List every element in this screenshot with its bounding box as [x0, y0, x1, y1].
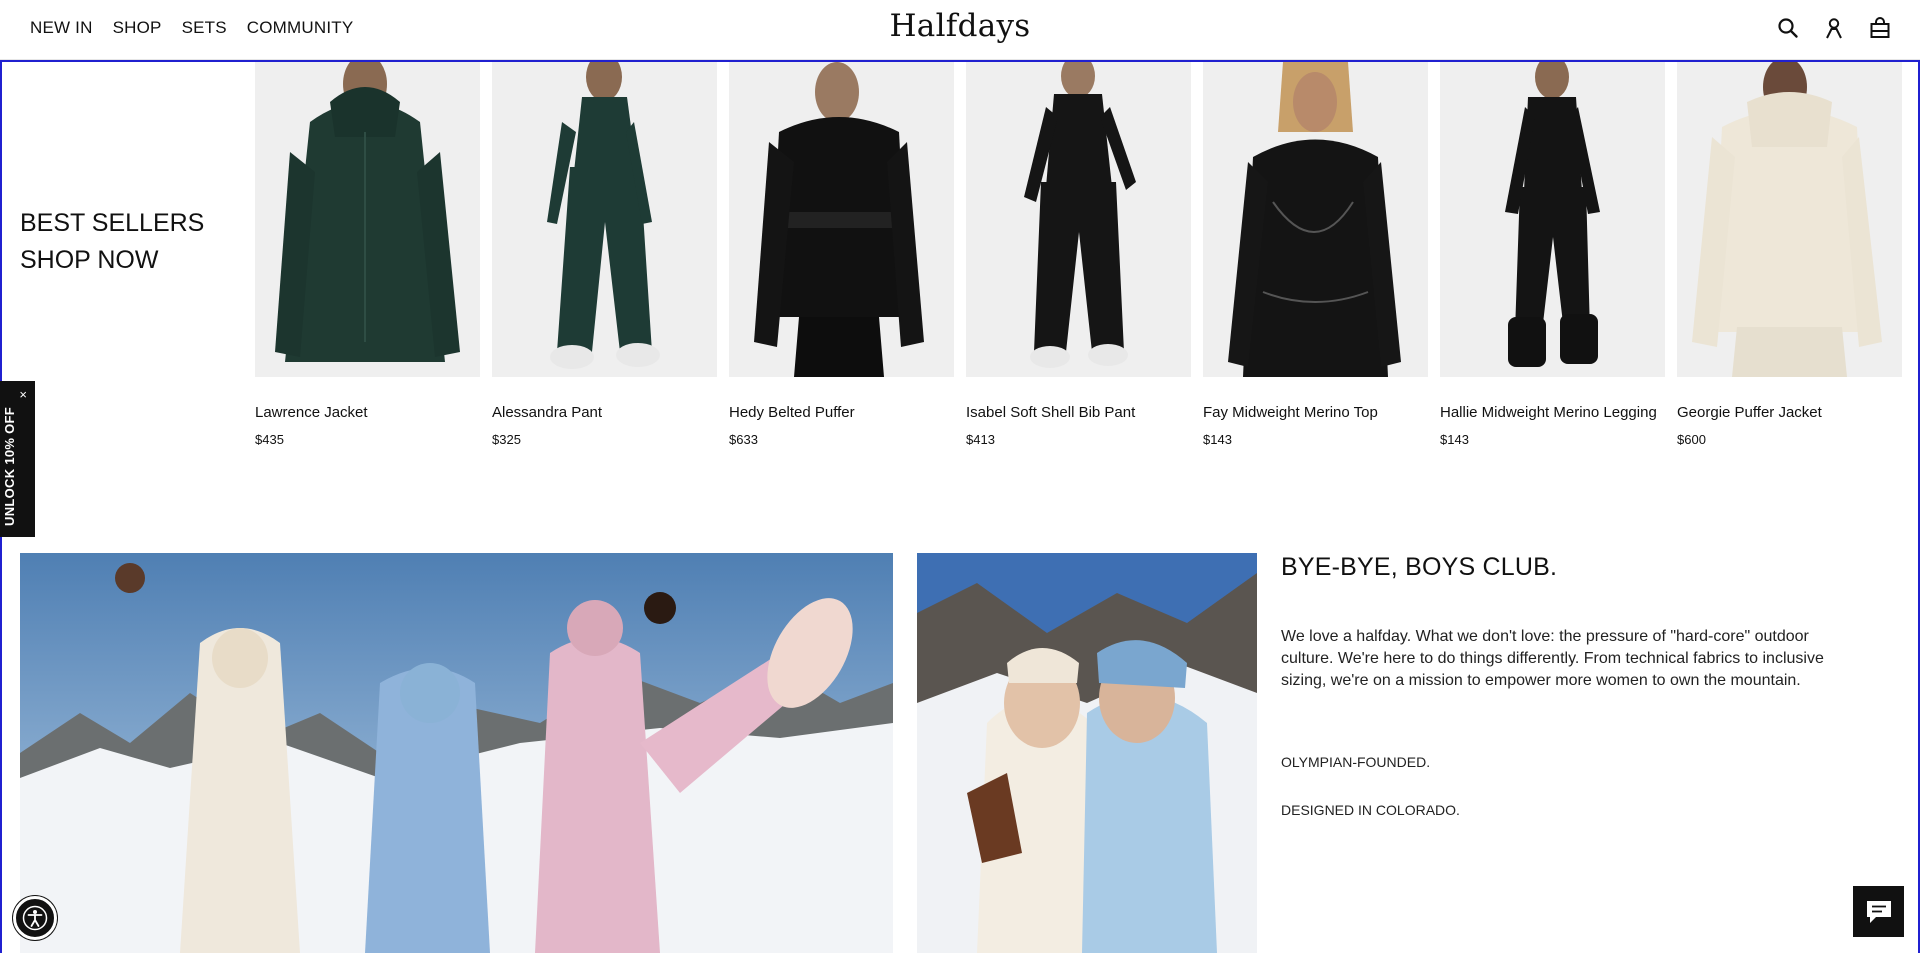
story-tag-colorado: DESIGNED IN COLORADO. — [1281, 802, 1460, 818]
georgie-figure — [1692, 62, 1882, 377]
product-price: $633 — [729, 432, 758, 447]
product-price: $325 — [492, 432, 521, 447]
product-card[interactable]: Isabel Soft Shell Bib Pant $413 — [966, 62, 1191, 447]
story-section: BYE-BYE, BOYS CLUB. We love a halfday. W… — [1281, 553, 1861, 818]
product-price: $143 — [1440, 432, 1469, 447]
lifestyle-image-group — [20, 553, 893, 953]
site-logo[interactable]: Halfdays — [889, 8, 1030, 44]
product-card[interactable]: Hedy Belted Puffer $633 — [729, 62, 954, 447]
nav-community[interactable]: COMMUNITY — [247, 18, 354, 38]
product-name[interactable]: Fay Midweight Merino Top — [1203, 404, 1428, 421]
product-image[interactable] — [729, 62, 954, 377]
snow-group-photo — [20, 553, 893, 953]
nav-shop[interactable]: SHOP — [113, 18, 162, 38]
product-name[interactable]: Lawrence Jacket — [255, 404, 480, 421]
product-name[interactable]: Georgie Puffer Jacket — [1677, 404, 1902, 421]
accessibility-icon — [22, 905, 48, 931]
product-card[interactable]: Fay Midweight Merino Top $143 — [1203, 62, 1428, 447]
product-name[interactable]: Alessandra Pant — [492, 404, 717, 421]
nav-sets[interactable]: SETS — [182, 18, 227, 38]
puffer-figure — [754, 62, 924, 377]
product-price: $413 — [966, 432, 995, 447]
site-header: NEW IN SHOP SETS COMMUNITY Halfdays — [0, 0, 1920, 60]
unlock-discount-label[interactable]: UNLOCK 10% OFF — [2, 407, 17, 526]
close-icon[interactable]: × — [19, 387, 27, 402]
product-name[interactable]: Hallie Midweight Merino Legging — [1440, 404, 1665, 421]
lifestyle-image-duo — [917, 553, 1257, 953]
chat-button[interactable] — [1853, 886, 1904, 937]
product-name[interactable]: Isabel Soft Shell Bib Pant — [966, 404, 1191, 421]
product-price: $143 — [1203, 432, 1232, 447]
story-paragraph: We love a halfday. What we don't love: t… — [1281, 628, 1824, 689]
chat-icon — [1866, 900, 1891, 923]
bib-figure — [1024, 62, 1136, 368]
product-card[interactable]: Hallie Midweight Merino Legging $143 — [1440, 62, 1665, 447]
best-sellers-heading[interactable]: BEST SELLERS SHOP NOW — [20, 205, 204, 279]
product-image[interactable] — [1440, 62, 1665, 377]
unlock-discount-tab[interactable]: × UNLOCK 10% OFF — [0, 381, 35, 537]
product-price: $600 — [1677, 432, 1706, 447]
product-card[interactable]: Alessandra Pant $325 — [492, 62, 717, 447]
header-icons — [1776, 16, 1892, 40]
pant-figure — [547, 62, 660, 369]
snow-duo-photo — [917, 553, 1257, 953]
story-tag-olympian: OLYMPIAN-FOUNDED. — [1281, 754, 1431, 770]
product-image[interactable] — [255, 62, 480, 377]
nav-new-in[interactable]: NEW IN — [30, 18, 93, 38]
main-nav: NEW IN SHOP SETS COMMUNITY — [30, 18, 353, 38]
product-carousel: Lawrence Jacket $435 Alessandra Pant $32… — [255, 62, 1902, 447]
story-heading: BYE-BYE, BOYS CLUB. — [1281, 553, 1558, 581]
product-image[interactable] — [492, 62, 717, 377]
jacket-figure — [275, 62, 460, 362]
product-price: $435 — [255, 432, 284, 447]
product-image[interactable] — [1203, 62, 1428, 377]
product-card[interactable]: Georgie Puffer Jacket $600 — [1677, 62, 1902, 447]
best-sellers-title: BEST SELLERS — [20, 209, 205, 237]
account-icon[interactable] — [1822, 16, 1846, 40]
shop-now-link[interactable]: SHOP NOW — [20, 242, 204, 279]
bag-icon[interactable] — [1868, 16, 1892, 40]
search-icon[interactable] — [1776, 16, 1800, 40]
merino-top-figure — [1228, 62, 1401, 377]
product-card[interactable]: Lawrence Jacket $435 — [255, 62, 480, 447]
legging-figure — [1505, 62, 1600, 367]
accessibility-button[interactable] — [13, 896, 57, 940]
product-image[interactable] — [1677, 62, 1902, 377]
product-name[interactable]: Hedy Belted Puffer — [729, 404, 954, 421]
product-image[interactable] — [966, 62, 1191, 377]
